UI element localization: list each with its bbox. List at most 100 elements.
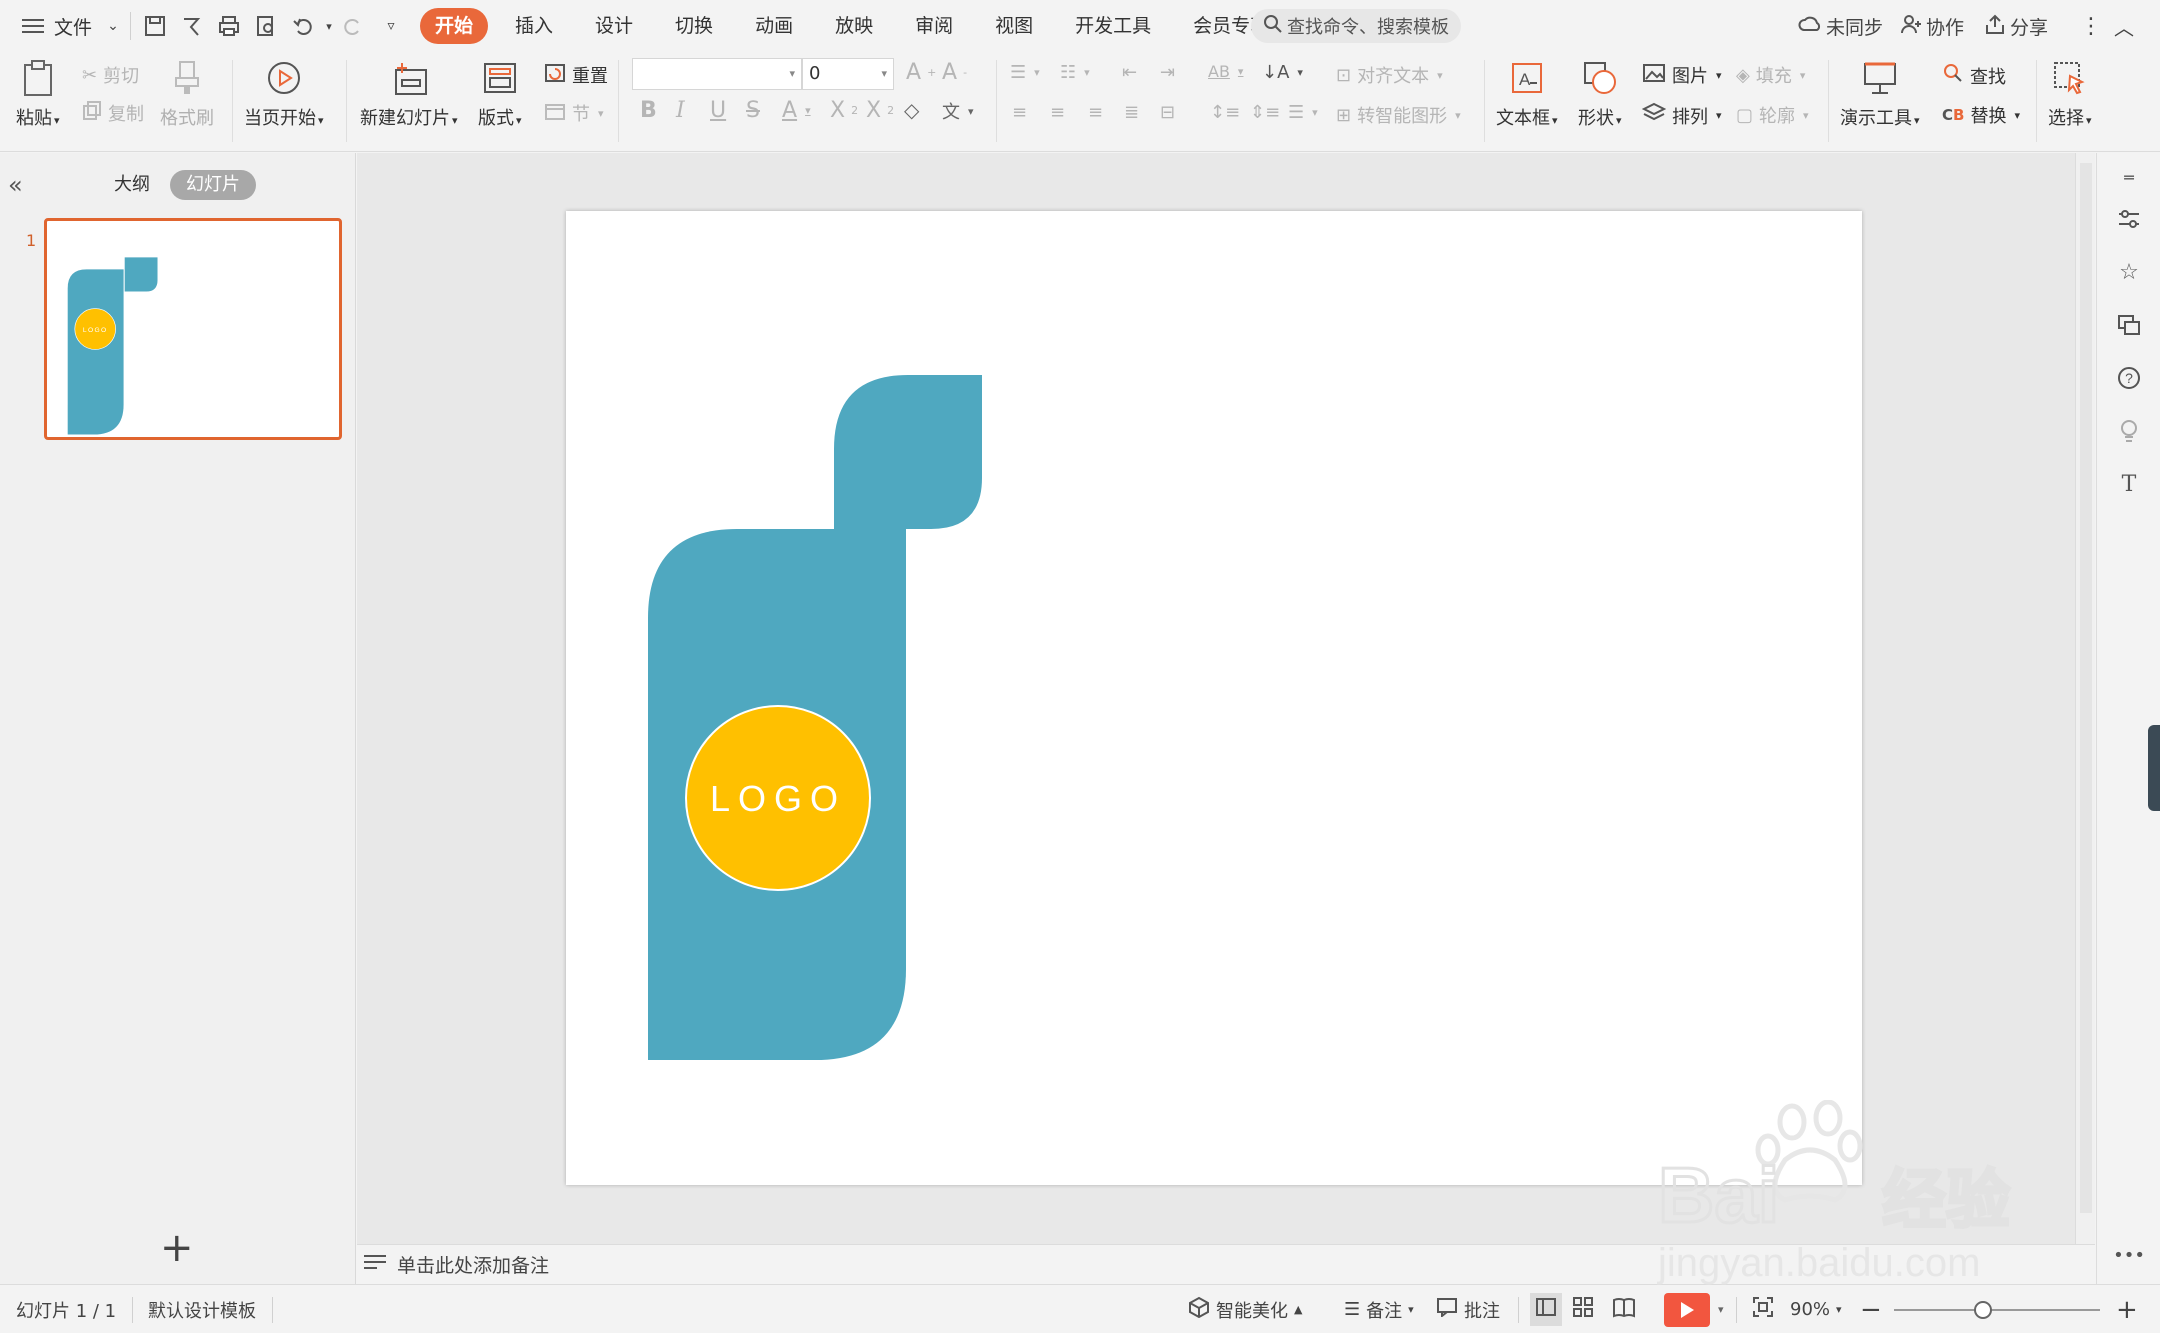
share-button[interactable]: 分享: [1984, 0, 2048, 52]
vertical-scrollbar[interactable]: [2075, 153, 2095, 1244]
tab-slideshow[interactable]: 放映: [820, 8, 888, 44]
template-name[interactable]: 默认设计模板: [148, 1285, 256, 1333]
zoom-slider-thumb[interactable]: [1974, 1301, 1992, 1319]
more-icon[interactable]: ⋮: [2080, 0, 2102, 52]
smart-shape-button[interactable]: ⊞ 转智能图形 ▾: [1336, 102, 1461, 128]
tab-slides[interactable]: 幻灯片: [170, 170, 256, 200]
teal-leaf-shape-small[interactable]: [834, 375, 982, 529]
sort-icon[interactable]: ↓A ▾: [1262, 62, 1303, 83]
align-right-icon[interactable]: ≡: [1088, 102, 1103, 123]
zoom-level[interactable]: 90% ▾: [1790, 1285, 1842, 1333]
layout-button[interactable]: 版式 ▾: [478, 58, 522, 130]
align-text-button[interactable]: ⊡ 对齐文本 ▾: [1336, 62, 1443, 88]
slide-thumbnail[interactable]: LOGO: [44, 218, 342, 440]
tab-home[interactable]: 开始: [420, 8, 489, 44]
new-slide-button[interactable]: 新建幻灯片 ▾: [360, 58, 458, 130]
find-button[interactable]: 查找: [1942, 62, 2006, 89]
strikethrough-icon[interactable]: S: [746, 98, 760, 123]
shape-button[interactable]: 形状 ▾: [1578, 58, 1622, 130]
command-search[interactable]: 查找命令、搜索模板: [1251, 9, 1461, 43]
slideshow-button[interactable]: ▾: [1664, 1285, 1724, 1333]
bold-icon[interactable]: B: [640, 98, 657, 123]
tab-insert[interactable]: 插入: [500, 8, 568, 44]
outline-button[interactable]: ▢ 轮廓 ▾: [1736, 102, 1809, 128]
fill-button[interactable]: ◈ 填充 ▾: [1736, 62, 1805, 88]
text-direction-icon[interactable]: AB ▾: [1208, 62, 1243, 81]
help-icon[interactable]: ?: [2115, 364, 2143, 392]
arrange-button[interactable]: 排列 ▾: [1641, 102, 1722, 129]
reading-view-button[interactable]: [1612, 1285, 1636, 1333]
format-painter-button[interactable]: 格式刷: [160, 58, 214, 130]
columns-icon[interactable]: ☰ ▾: [1288, 102, 1318, 123]
tab-transitions[interactable]: 切换: [660, 8, 728, 44]
tab-animations[interactable]: 动画: [740, 8, 808, 44]
print-icon[interactable]: [216, 13, 242, 39]
scrollbar-thumb[interactable]: [2080, 163, 2092, 1213]
format-icon[interactable]: [178, 13, 204, 39]
increase-indent-icon[interactable]: ⇥: [1160, 62, 1175, 83]
replace-button[interactable]: CB 替换 ▾: [1942, 102, 2020, 128]
section-button[interactable]: 节 ▾: [544, 100, 604, 126]
undo-dropdown-icon[interactable]: ▾: [316, 13, 342, 39]
smart-beautify-button[interactable]: 智能美化 ▲: [1188, 1285, 1302, 1333]
subscript-icon[interactable]: X2: [866, 98, 894, 123]
align-center-icon[interactable]: ≡: [1050, 102, 1065, 123]
lightbulb-icon[interactable]: [2115, 417, 2143, 445]
distribute-icon[interactable]: ⊟: [1160, 102, 1175, 123]
font-color-icon[interactable]: A ▾: [782, 98, 811, 123]
line-spacing-icon[interactable]: ↕≡: [1210, 102, 1240, 123]
bullet-list-icon[interactable]: ☰ ▾: [1010, 62, 1040, 83]
eraser-icon[interactable]: ◇: [904, 98, 919, 122]
zoom-slider-track[interactable]: [1894, 1309, 2100, 1311]
italic-icon[interactable]: I: [676, 98, 685, 123]
save-icon[interactable]: [142, 13, 168, 39]
redo-icon[interactable]: [340, 13, 366, 39]
slide[interactable]: LOGO: [566, 211, 1862, 1185]
reset-button[interactable]: 重置: [544, 62, 608, 88]
increase-font-icon[interactable]: A +: [906, 60, 936, 85]
more-options-icon[interactable]: •••: [2113, 1241, 2145, 1269]
superscript-icon[interactable]: X2: [830, 98, 858, 123]
collapse-ribbon-icon[interactable]: ︿: [2114, 0, 2134, 52]
properties-icon[interactable]: [2115, 205, 2143, 233]
decrease-indent-icon[interactable]: ⇤: [1122, 62, 1137, 83]
notes-bar[interactable]: 单击此处添加备注: [357, 1244, 2095, 1284]
phonetic-guide-icon[interactable]: 文 ▾: [942, 98, 974, 124]
font-size-select[interactable]: 0 ▾: [802, 58, 894, 90]
collaborate-button[interactable]: 协作: [1900, 0, 1964, 52]
slide-sorter-view-button[interactable]: [1572, 1285, 1594, 1333]
cut-button[interactable]: ✂ 剪切: [82, 62, 139, 88]
comments-button[interactable]: 批注: [1436, 1285, 1500, 1333]
customize-toolbar-icon[interactable]: ▿: [378, 13, 404, 39]
normal-view-button[interactable]: [1530, 1293, 1562, 1326]
paste-button[interactable]: 粘贴 ▾: [16, 58, 60, 130]
copy-button[interactable]: 复制: [82, 100, 144, 126]
zoom-out-icon[interactable]: −: [1860, 1285, 1882, 1333]
tab-review[interactable]: 审阅: [900, 8, 968, 44]
transition-icon[interactable]: [2115, 311, 2143, 339]
sync-status[interactable]: 未同步: [1798, 0, 1883, 52]
select-button[interactable]: 选择 ▾: [2048, 58, 2092, 130]
undo-icon[interactable]: [290, 13, 316, 39]
print-preview-icon[interactable]: [253, 13, 279, 39]
add-slide-icon[interactable]: +: [160, 1228, 194, 1268]
textbox-button[interactable]: A 文本框 ▾: [1496, 58, 1558, 130]
animation-icon[interactable]: ☆: [2115, 258, 2143, 286]
fit-window-button[interactable]: [1752, 1285, 1774, 1333]
decrease-font-icon[interactable]: A-: [942, 60, 967, 85]
font-name-select[interactable]: ▾: [632, 58, 802, 90]
tab-design[interactable]: 设计: [580, 8, 648, 44]
zoom-in-icon[interactable]: +: [2116, 1285, 2138, 1333]
collapse-panel-icon[interactable]: «: [8, 171, 23, 199]
file-menu[interactable]: 文件 ⌄: [20, 0, 126, 52]
presenter-tools-button[interactable]: 演示工具 ▾: [1840, 58, 1920, 130]
play-from-current-button[interactable]: 当页开始 ▾: [244, 58, 324, 130]
picture-button[interactable]: 图片 ▾: [1642, 62, 1722, 88]
text-style-icon[interactable]: T: [2115, 470, 2143, 498]
drag-handle-icon[interactable]: ═: [2115, 163, 2143, 191]
paragraph-spacing-icon[interactable]: ⇕≡: [1250, 102, 1280, 123]
notes-toggle-button[interactable]: ☰ 备注 ▾: [1344, 1285, 1414, 1333]
numbered-list-icon[interactable]: ☷ ▾: [1060, 62, 1090, 83]
underline-icon[interactable]: U: [710, 98, 726, 123]
tab-view[interactable]: 视图: [980, 8, 1048, 44]
